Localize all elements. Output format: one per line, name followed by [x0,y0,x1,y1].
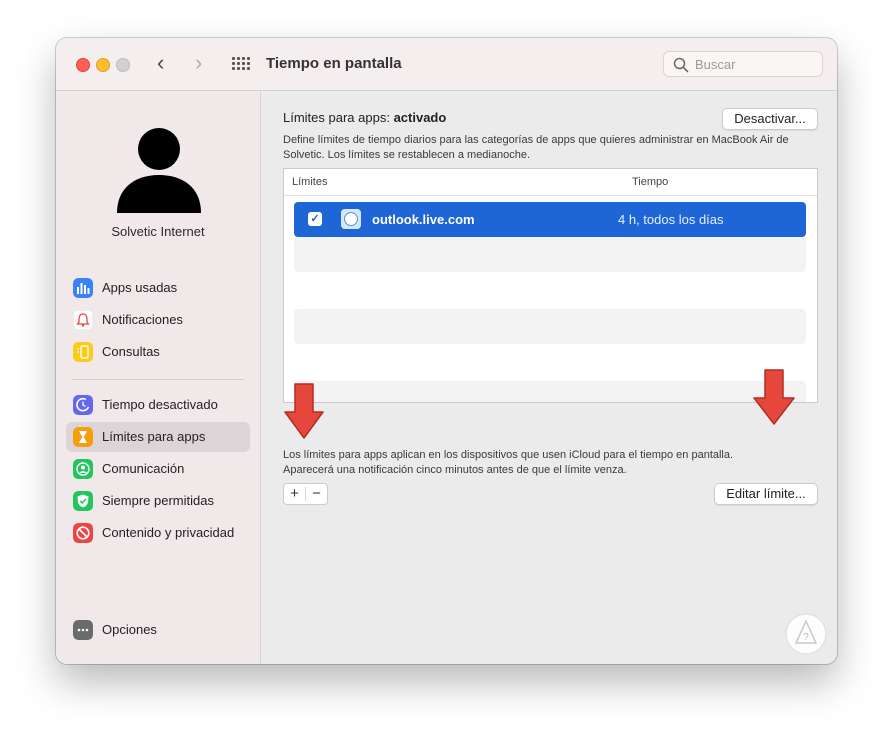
bell-icon [73,310,93,330]
zoom-window-button[interactable] [116,58,130,72]
sidebar-item-label: Notificaciones [102,312,183,327]
more-options-icon [73,620,93,640]
table-row[interactable]: ✓ outlook.live.com 4 h, todos los días [294,202,806,237]
hourglass-icon [73,427,93,447]
add-remove-control: + − [283,483,328,505]
title-bar: ‹ › Tiempo en pantalla Buscar [56,38,837,91]
app-limits-status: Límites para apps: activado [283,110,446,125]
sidebar-item-siempre-permitidas[interactable]: Siempre permitidas [66,486,250,516]
window-title: Tiempo en pantalla [266,55,402,72]
sidebar-item-label: Límites para apps [102,429,206,444]
sidebar-item-label: Comunicación [102,461,185,476]
description-text: Define límites de tiempo diarios para la… [283,134,789,161]
show-all-grid-icon[interactable] [232,57,250,71]
checkmark-shield-icon [73,491,93,511]
table-header: Límites Tiempo [284,169,817,196]
sidebar-item-label: Contenido y privacidad [102,525,235,540]
sidebar-item-label: Tiempo desactivado [102,397,218,412]
remove-limit-button[interactable]: − [306,485,327,503]
limits-note: Los límites para apps aplican en los dis… [283,448,818,478]
sidebar-item-label: Apps usadas [102,280,178,295]
sidebar-item-limites-para-apps[interactable]: Límites para apps [66,422,250,452]
user-name: Solvetic Internet [111,224,205,239]
note-line-2: Aparecerá una notificación cinco minutos… [283,464,627,476]
main-pane: Límites para apps: activado Desactivar..… [261,91,837,664]
add-limit-button[interactable]: + [284,485,305,503]
forward-chevron-icon[interactable]: › [195,52,202,74]
person-icon [73,459,93,479]
user-avatar-icon [117,128,201,213]
no-entry-icon [73,523,93,543]
svg-text:?: ? [803,632,809,643]
row-time-limit: 4 h, todos los días [618,212,724,227]
red-arrow-edit-icon [753,369,795,425]
sidebar-divider [72,379,244,380]
bar-chart-icon [73,278,93,298]
sidebar-item-consultas[interactable]: Consultas [66,337,250,367]
column-header-limits[interactable]: Límites [292,176,327,188]
system-preferences-window: ‹ › Tiempo en pantalla Buscar Solvetic I… [56,38,837,664]
sidebar-item-opciones[interactable]: Opciones [66,615,250,645]
empty-table-row [294,309,806,344]
deactivate-button[interactable]: Desactivar... [722,108,818,130]
downtime-icon [73,395,93,415]
status-value: activado [393,110,447,125]
sidebar-item-label: Consultas [102,344,160,359]
sidebar-item-tiempo-desactivado[interactable]: Tiempo desactivado [66,390,250,420]
row-app-name: outlook.live.com [372,212,475,227]
status-label: Límites para apps: [283,110,394,125]
sidebar-item-contenido-y-privacidad[interactable]: Contenido y privacidad [66,518,250,548]
sidebar-item-apps-usadas[interactable]: Apps usadas [66,273,250,303]
search-placeholder: Buscar [695,57,736,72]
website-compass-icon [341,209,361,229]
back-chevron-icon[interactable]: ‹ [157,52,164,74]
sidebar-item-comunicacion[interactable]: Comunicación [66,454,250,484]
watermark-help-icon: ? [785,613,827,655]
sidebar-item-label: Opciones [102,622,157,637]
red-arrow-add-icon [284,383,324,439]
note-line-1: Los límites para apps aplican en los dis… [283,449,734,461]
app-limits-table: Límites Tiempo ✓ outlook.live.com 4 h, t… [283,168,818,403]
column-header-time[interactable]: Tiempo [632,176,668,188]
phone-pickup-icon [73,342,93,362]
empty-table-row [294,237,806,272]
close-window-button[interactable] [76,58,90,72]
search-icon [673,57,689,73]
empty-table-row [294,381,806,402]
row-enabled-checkbox[interactable]: ✓ [308,212,322,226]
sidebar: Solvetic Internet Apps usadas Notificaci… [56,91,261,664]
sidebar-item-label: Siempre permitidas [102,493,214,508]
sidebar-item-notificaciones[interactable]: Notificaciones [66,305,250,335]
search-field[interactable]: Buscar [663,51,823,77]
edit-limit-button[interactable]: Editar límite... [714,483,818,505]
minimize-window-button[interactable] [96,58,110,72]
